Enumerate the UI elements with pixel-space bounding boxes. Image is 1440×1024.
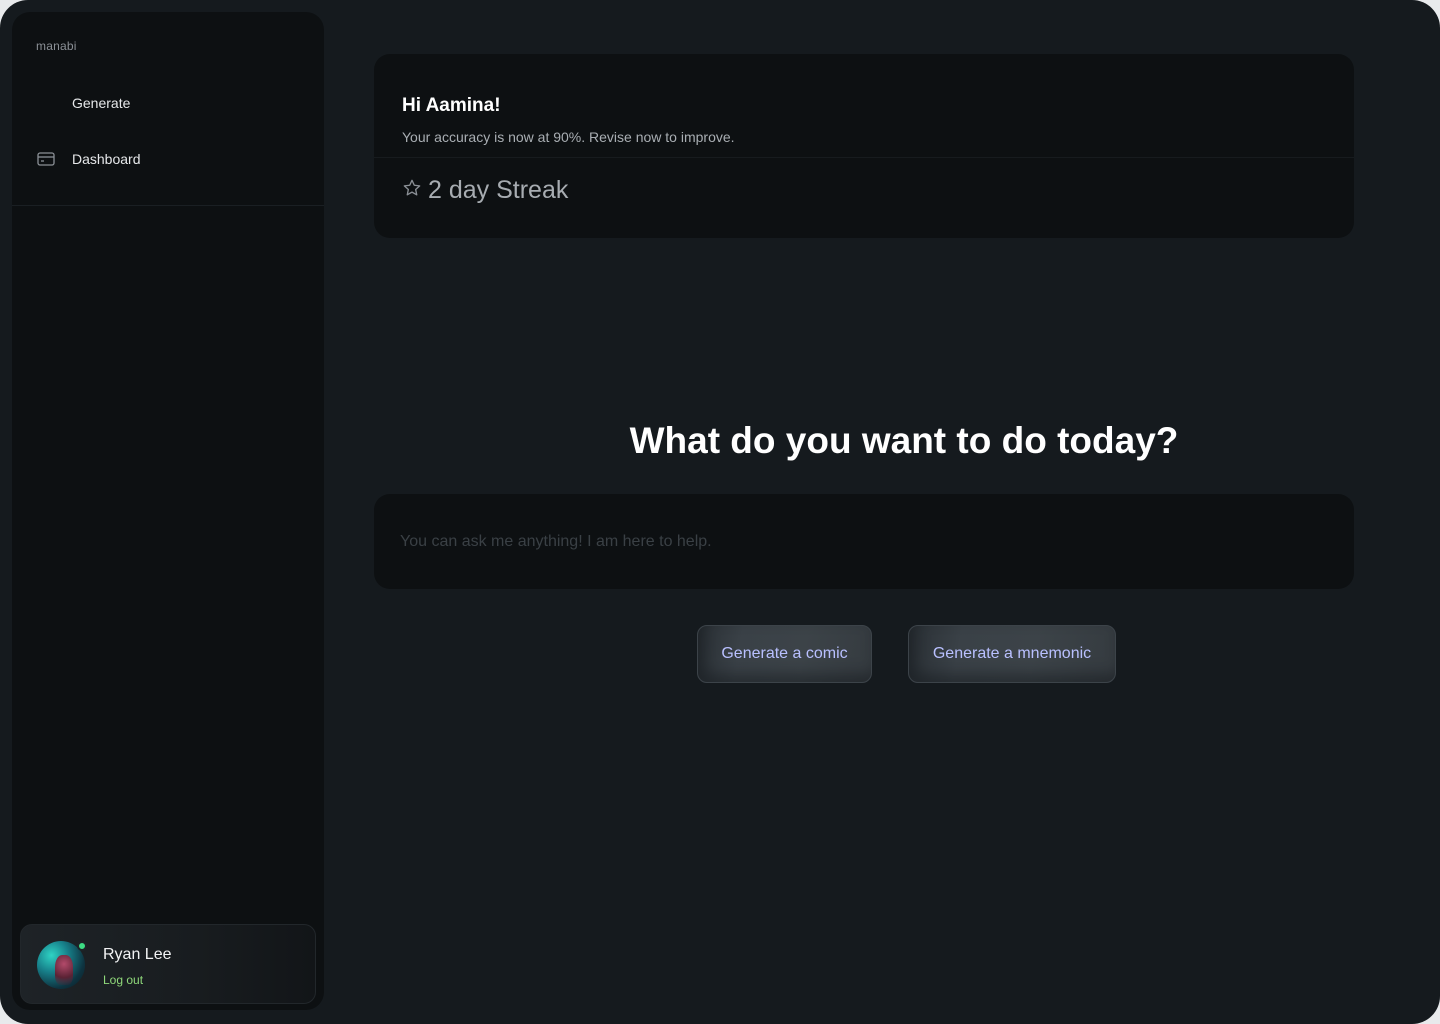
sidebar: manabi Generate Dashboard Ryan Lee Log o… [12,12,324,1010]
sidebar-divider [12,205,324,206]
sidebar-item-label: Dashboard [72,151,141,167]
streak-label: 2 day Streak [428,176,569,204]
streak: 2 day Streak [402,176,568,205]
sparkle-icon [32,89,60,117]
brand-logo: manabi [36,39,77,53]
generate-mnemonic-button[interactable]: Generate a mnemonic [908,625,1116,683]
user-name: Ryan Lee [103,946,172,963]
online-status-indicator [77,941,87,951]
sidebar-item-dashboard[interactable]: Dashboard [32,137,304,181]
greeting-title: Hi Aamina! [402,95,501,116]
star-icon [402,178,422,203]
prompt-box [374,494,1354,589]
user-card: Ryan Lee Log out [20,924,316,1004]
accuracy-text: Your accuracy is now at 90%. Revise now … [402,129,735,145]
card-icon [32,145,60,173]
logout-link[interactable]: Log out [103,973,143,987]
sidebar-item-label: Generate [72,95,131,111]
app-window: manabi Generate Dashboard Ryan Lee Log o… [0,0,1440,1024]
generate-comic-button[interactable]: Generate a comic [697,625,872,683]
stats-divider [374,157,1354,158]
sidebar-item-generate[interactable]: Generate [32,81,304,125]
page-headline: What do you want to do today? [629,420,1179,461]
stats-card: Hi Aamina! Your accuracy is now at 90%. … [374,54,1354,238]
prompt-input[interactable] [398,524,1328,560]
